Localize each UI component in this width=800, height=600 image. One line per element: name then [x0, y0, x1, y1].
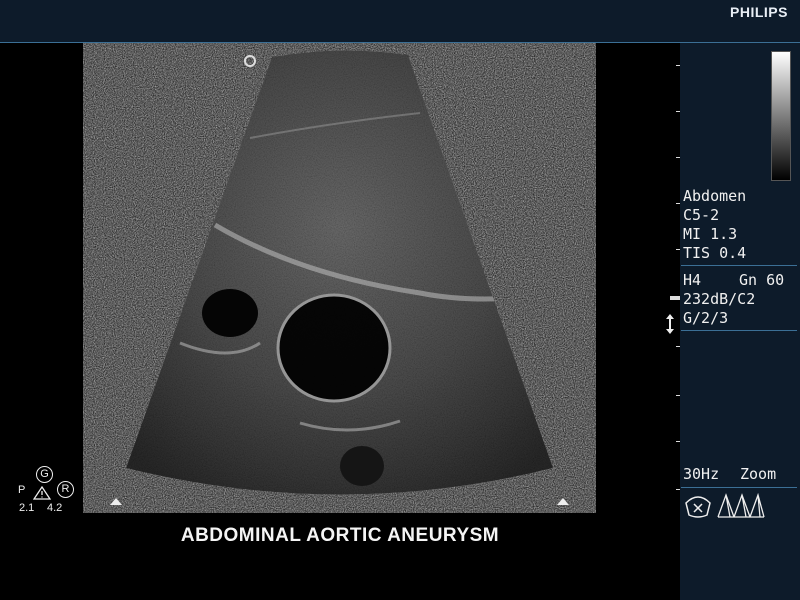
indicator-left-value: 2.1 [19, 502, 35, 514]
vessel-lower [340, 446, 384, 486]
harmonic-setting: H4 [683, 271, 702, 289]
gain-setting: Gn 60 [739, 271, 785, 289]
zoom-mode: Zoom [740, 465, 777, 483]
r-indicator: R [57, 481, 74, 498]
mode-icon [716, 492, 766, 519]
brand-logo: PHILIPS [730, 4, 788, 20]
separator [681, 487, 797, 488]
exam-preset: Abdomen [683, 187, 747, 205]
thermal-index: TIS 0.4 [683, 244, 747, 262]
image-caption: ABDOMINAL AORTIC ANEURYSM [180, 525, 500, 546]
warning-triangle-icon [32, 485, 52, 500]
indicator-right-value: 4.2 [47, 502, 63, 514]
p-indicator: P [18, 484, 26, 496]
separator [681, 330, 797, 331]
frame-rate: 30Hz [683, 465, 720, 483]
depth-adjust-icon[interactable] [664, 313, 676, 335]
mechanical-index: MI 1.3 [683, 225, 738, 243]
focus-marker-icon [670, 296, 680, 300]
top-bar: PHILIPS [0, 0, 800, 43]
ultrasound-scan [126, 50, 553, 495]
aortic-aneurysm [276, 293, 392, 403]
scan-sector [126, 50, 553, 495]
separator [681, 265, 797, 266]
probe-icon [683, 493, 713, 519]
orientation-marker-icon [244, 55, 256, 67]
vessel-left [202, 289, 258, 337]
focus-triangle-icon [110, 498, 122, 505]
focus-triangle-icon [557, 498, 569, 505]
g-indicator: G [36, 466, 53, 483]
grayscale-bar [771, 51, 791, 181]
dynamic-range-setting: 232dB/C2 [683, 290, 756, 308]
gray-map-setting: G/2/3 [683, 309, 729, 327]
probe-label: C5-2 [683, 206, 720, 224]
